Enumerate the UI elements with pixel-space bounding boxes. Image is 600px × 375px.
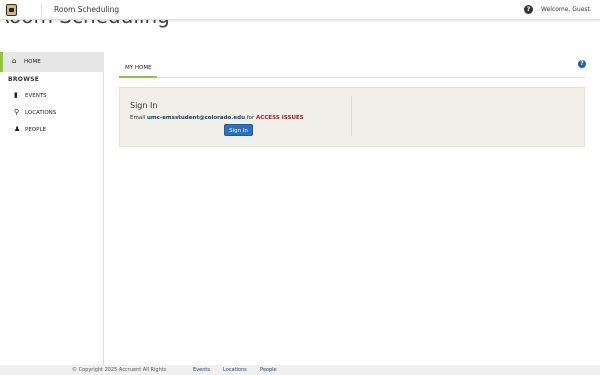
tab-label: MY HOME	[125, 65, 152, 71]
sidebar-item-label: EVENTS	[25, 93, 47, 99]
bookmark-icon: ▮	[14, 91, 18, 99]
university-logo-icon[interactable]	[6, 4, 17, 16]
sidebar-item-people[interactable]: ♟ PEOPLE	[0, 124, 104, 138]
welcome-text: Welcome, Guest.	[541, 6, 592, 13]
person-icon: ♟	[14, 125, 21, 133]
home-icon: ⌂	[12, 57, 17, 65]
footer-link-locations[interactable]: Locations	[223, 367, 247, 373]
map-marker-icon: ⚲	[14, 108, 20, 116]
header-divider	[41, 3, 42, 17]
access-issues-text: ACCESS ISSUES	[256, 115, 304, 121]
sign-in-heading: Sign In	[130, 101, 158, 110]
footer-copyright: © Copyright 2025 Accruent All Rights	[72, 367, 167, 373]
footer-link-events[interactable]: Events	[193, 367, 210, 373]
footer: © Copyright 2025 Accruent All Rights Eve…	[0, 365, 600, 375]
sidebar-item-events[interactable]: ▮ EVENTS	[0, 90, 104, 104]
top-bar: Room Scheduling ? Welcome, Guest.	[0, 0, 600, 20]
sidebar-item-label: HOME	[24, 59, 41, 65]
sign-in-instructions: Email umc-emsstudent@colorado.edu for AC…	[130, 115, 304, 121]
sign-in-text-prefix: Email	[130, 115, 146, 121]
help-icon[interactable]: ?	[524, 5, 533, 14]
support-email-link[interactable]: umc-emsstudent@colorado.edu	[147, 115, 245, 121]
panel-divider	[351, 96, 352, 136]
page-help-icon[interactable]: ?	[578, 60, 586, 68]
browse-heading: BROWSE	[8, 76, 40, 83]
sign-in-panel: Sign In Email umc-emsstudent@colorado.ed…	[119, 87, 585, 147]
tab-bar: MY HOME	[119, 60, 585, 78]
sidebar-item-home[interactable]: ⌂ HOME	[0, 52, 104, 72]
sign-in-button[interactable]: Sign In	[224, 124, 253, 136]
sidebar: ⌂ HOME BROWSE ▮ EVENTS ⚲ LOCATIONS ♟ PEO…	[0, 52, 104, 365]
sign-in-text-mid: for	[246, 115, 255, 121]
app-title[interactable]: Room Scheduling	[54, 5, 119, 14]
sidebar-item-label: LOCATIONS	[25, 110, 57, 116]
tab-my-home[interactable]: MY HOME	[119, 60, 157, 78]
sidebar-item-label: PEOPLE	[25, 127, 46, 133]
footer-link-people[interactable]: People	[260, 367, 277, 373]
sidebar-item-locations[interactable]: ⚲ LOCATIONS	[0, 107, 104, 121]
